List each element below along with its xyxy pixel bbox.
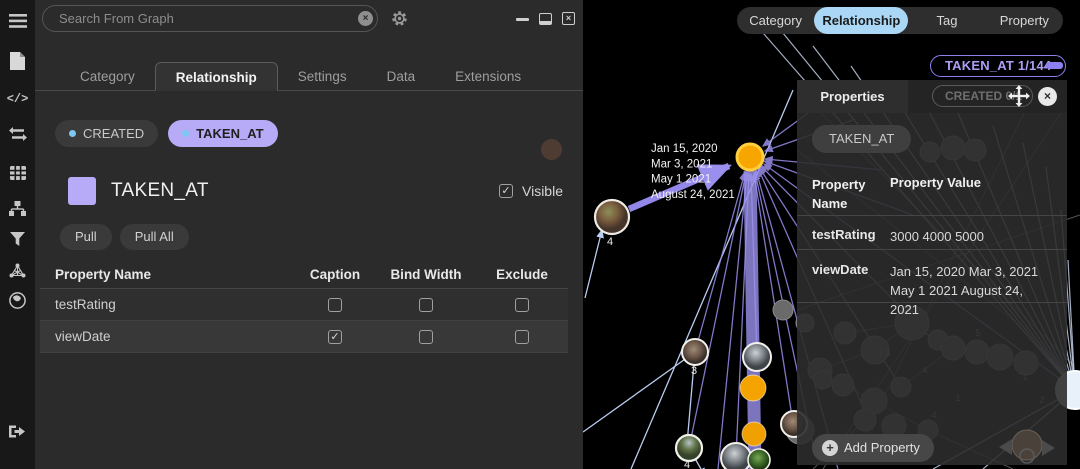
pull-all-button[interactable]: Pull All: [120, 224, 189, 250]
right-tab-relationship[interactable]: Relationship: [814, 7, 908, 34]
plus-icon: +: [822, 440, 838, 456]
photo-node-dim[interactable]: [1012, 430, 1042, 460]
caption-checkbox[interactable]: ✓: [328, 298, 342, 312]
maximize-button[interactable]: [539, 13, 552, 25]
graph-nav-arrows: [996, 428, 1062, 465]
selected-edge[interactable]: [629, 166, 729, 209]
selection-title: TAKEN_AT: [111, 180, 209, 202]
hierarchy-icon[interactable]: [0, 195, 35, 221]
exclude-checkbox[interactable]: ✓: [515, 298, 529, 312]
menu-icon[interactable]: [0, 8, 35, 34]
prop-row-name: testRating: [812, 227, 876, 242]
prop-row-name: viewDate: [812, 262, 868, 277]
selection-header: TAKEN_AT ✓ Visible: [68, 176, 563, 206]
column-property-value: Property Value: [890, 175, 981, 190]
caption-checkbox[interactable]: ✓: [328, 330, 342, 344]
svg-text:4: 4: [684, 459, 690, 469]
search-input[interactable]: [42, 5, 378, 32]
close-window-button[interactable]: ×: [562, 12, 575, 25]
panel-relationship-chip[interactable]: TAKEN_AT: [812, 125, 911, 153]
graph-canvas[interactable]: 5 3 3 4 1 4 1 2: [583, 0, 1080, 469]
minimize-button[interactable]: [516, 12, 529, 25]
date-node[interactable]: [740, 375, 766, 401]
property-table: Property Name Caption Bind Width Exclude…: [40, 261, 568, 353]
settings-gear-icon[interactable]: [391, 10, 408, 27]
tab-data[interactable]: Data: [367, 62, 436, 91]
right-tab-tag[interactable]: Tag: [908, 7, 985, 34]
photo-node[interactable]: [676, 435, 702, 461]
document-icon[interactable]: [0, 48, 35, 74]
photo-node[interactable]: [595, 200, 629, 234]
svg-text:4: 4: [607, 236, 613, 248]
left-tabs: Category Relationship Settings Data Exte…: [35, 62, 583, 91]
right-tab-property[interactable]: Property: [986, 7, 1063, 34]
prop-row-value: 3000 4000 5000: [890, 227, 1055, 246]
property-table-header: Property Name Caption Bind Width Exclude: [40, 261, 568, 289]
swap-arrows-icon[interactable]: [0, 121, 35, 147]
chip-taken-at[interactable]: TAKEN_AT: [168, 120, 277, 147]
tab-category[interactable]: Category: [60, 62, 155, 91]
visible-checkbox[interactable]: ✓: [499, 184, 513, 198]
photo-node[interactable]: [748, 449, 770, 469]
table-grid-icon[interactable]: [0, 160, 35, 186]
globe-icon[interactable]: [0, 287, 35, 313]
photo-node[interactable]: [721, 443, 751, 469]
relationship-chips: CREATED TAKEN_AT: [55, 120, 278, 147]
visible-label: Visible: [522, 183, 563, 199]
properties-panel-header: Properties CREATED 0/1 ×: [797, 80, 1067, 113]
table-row: testRating ✓ ✓ ✓: [40, 289, 568, 321]
filter-icon[interactable]: [0, 226, 35, 252]
photo-node[interactable]: [743, 343, 771, 371]
photo-node[interactable]: [682, 339, 708, 365]
bind-width-checkbox[interactable]: ✓: [419, 330, 433, 344]
icon-rail: </>: [0, 0, 35, 469]
relationship-dot: [182, 130, 189, 137]
property-name: testRating: [40, 297, 294, 312]
move-icon[interactable]: [1008, 85, 1030, 107]
close-icon[interactable]: ×: [1038, 87, 1057, 106]
bind-width-checkbox[interactable]: ✓: [419, 298, 433, 312]
graph-app-window: </> × × Category Relationship Settings D…: [0, 0, 1080, 469]
network-mesh-icon[interactable]: [0, 257, 35, 283]
next-arrow-icon[interactable]: [1042, 440, 1055, 456]
right-tab-category[interactable]: Category: [737, 7, 814, 34]
selected-date-node[interactable]: [737, 144, 763, 170]
exclude-checkbox[interactable]: ✓: [515, 330, 529, 344]
tab-settings[interactable]: Settings: [278, 62, 367, 91]
column-property-name: Property Name: [812, 175, 882, 213]
properties-panel: Properties CREATED 0/1 × TAKEN_AT Proper…: [797, 80, 1067, 465]
svg-text:3: 3: [691, 365, 697, 377]
tab-extensions[interactable]: Extensions: [435, 62, 541, 91]
relationship-color-swatch[interactable]: [68, 177, 96, 205]
color-dot[interactable]: [541, 139, 562, 160]
search-clear-icon[interactable]: ×: [358, 11, 373, 26]
left-panel: × × Category Relationship Settings Data …: [35, 0, 583, 469]
pull-button[interactable]: Pull: [60, 224, 112, 250]
prop-row-value: Jan 15, 2020 Mar 3, 2021 May 1 2021 Augu…: [890, 262, 1055, 319]
date-node[interactable]: [742, 422, 766, 446]
logout-icon[interactable]: [0, 418, 35, 444]
right-tab-bar: Category Relationship Tag Property: [737, 7, 1063, 34]
property-name: viewDate: [40, 329, 294, 344]
tab-relationship[interactable]: Relationship: [155, 62, 278, 91]
window-controls: ×: [516, 12, 575, 25]
relationship-dot: [69, 130, 76, 137]
minimize-pill-icon[interactable]: [1046, 62, 1063, 69]
add-property-button[interactable]: +Add Property: [812, 434, 934, 462]
properties-tab[interactable]: Properties: [797, 80, 908, 113]
prev-arrow-icon[interactable]: [999, 439, 1012, 455]
chip-created[interactable]: CREATED: [55, 120, 158, 147]
code-icon[interactable]: </>: [0, 86, 35, 112]
table-row: viewDate ✓ ✓ ✓: [40, 321, 568, 353]
